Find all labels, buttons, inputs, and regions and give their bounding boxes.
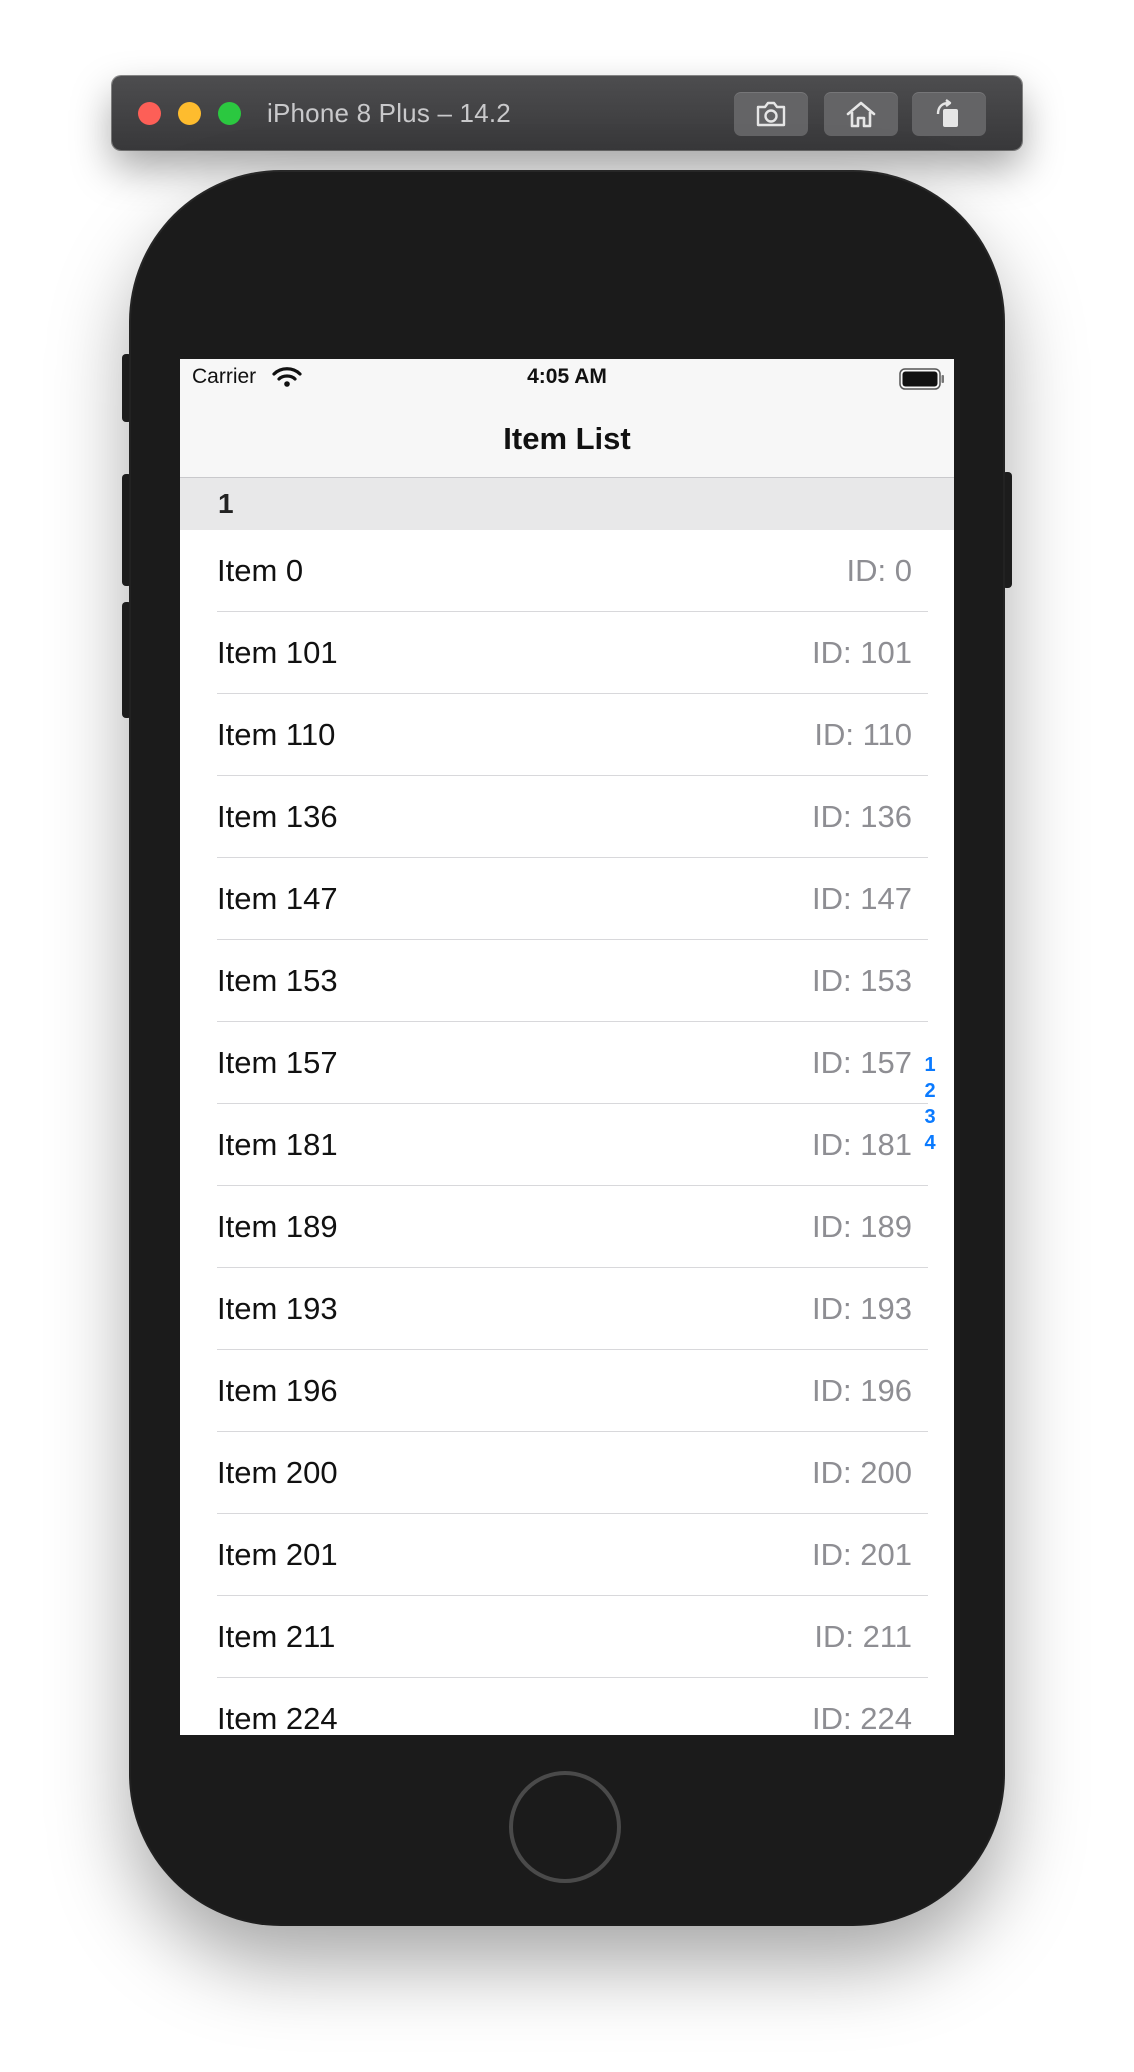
section-index-entry[interactable]: 4 [924,1130,935,1156]
navigation-bar: Item List [180,399,954,478]
item-id: ID: 224 [812,1701,912,1735]
list-item[interactable]: Item 196 ID: 196 [180,1350,954,1432]
item-title: Item 101 [217,635,338,670]
item-id: ID: 196 [812,1373,912,1408]
status-bar: Carrier 4:05 AM [180,359,954,399]
item-title: Item 157 [217,1045,338,1080]
rotate-button[interactable] [912,92,986,136]
power-button [1002,472,1012,588]
item-title: Item 189 [217,1209,338,1244]
section-index-entry[interactable]: 2 [924,1078,935,1104]
simulator-title: iPhone 8 Plus – 14.2 [267,98,511,128]
list-item[interactable]: Item 224 ID: 224 [180,1678,954,1735]
simulator-window: iPhone 8 Plus – 14.2 Carrier 4:05 AM Ite… [0,0,1134,2072]
item-title: Item 147 [217,881,338,916]
item-title: Item 196 [217,1373,338,1408]
device-screen: Carrier 4:05 AM Item List 1 Item 0 ID: 0… [180,359,954,1735]
battery-icon [899,368,944,390]
item-title: Item 0 [217,553,304,588]
list-item[interactable]: Item 0 ID: 0 [180,530,954,612]
item-id: ID: 200 [812,1455,912,1490]
device-home-button[interactable] [509,1771,621,1883]
item-title: Item 193 [217,1291,338,1326]
item-id: ID: 201 [812,1537,912,1572]
list-item[interactable]: Item 136 ID: 136 [180,776,954,858]
list-item[interactable]: Item 157 ID: 157 [180,1022,954,1104]
item-id: ID: 181 [812,1127,912,1162]
item-id: ID: 136 [812,799,912,834]
screenshot-button[interactable] [734,92,808,136]
list-item[interactable]: Item 211 ID: 211 [180,1596,954,1678]
item-title: Item 181 [217,1127,338,1162]
list-item[interactable]: Item 189 ID: 189 [180,1186,954,1268]
section-index[interactable]: 1 2 3 4 [906,1052,954,1156]
list-item[interactable]: Item 193 ID: 193 [180,1268,954,1350]
list-item[interactable]: Item 181 ID: 181 [180,1104,954,1186]
item-title: Item 211 [217,1619,336,1654]
zoom-window-button[interactable] [218,102,241,125]
list-item[interactable]: Item 101 ID: 101 [180,612,954,694]
minimize-window-button[interactable] [178,102,201,125]
item-id: ID: 193 [812,1291,912,1326]
item-id: ID: 189 [812,1209,912,1244]
list-item[interactable]: Item 153 ID: 153 [180,940,954,1022]
list-item[interactable]: Item 200 ID: 200 [180,1432,954,1514]
section-header: 1 [180,478,954,530]
item-id: ID: 101 [812,635,912,670]
item-title: Item 110 [217,717,336,752]
camera-icon [756,101,786,127]
item-title: Item 201 [217,1537,338,1572]
close-window-button[interactable] [138,102,161,125]
rotate-icon [936,99,958,127]
section-index-entry[interactable]: 1 [924,1052,935,1078]
status-time: 4:05 AM [527,365,607,388]
list-item[interactable]: Item 201 ID: 201 [180,1514,954,1596]
simulator-title-bar: iPhone 8 Plus – 14.2 [112,76,1022,150]
item-id: ID: 157 [812,1045,912,1080]
house-icon [846,101,876,128]
item-list[interactable]: 1 Item 0 ID: 0 Item 101 ID: 101 Item 110… [180,478,954,1735]
list-item[interactable]: Item 147 ID: 147 [180,858,954,940]
item-title: Item 200 [217,1455,338,1490]
item-id: ID: 0 [846,553,912,588]
page-title: Item List [503,421,631,456]
item-id: ID: 153 [812,963,912,998]
home-button-toolbar[interactable] [824,92,898,136]
item-id: ID: 110 [814,717,912,752]
item-title: Item 136 [217,799,338,834]
item-id: ID: 147 [812,881,912,916]
section-index-entry[interactable]: 3 [924,1104,935,1130]
item-title: Item 224 [217,1701,338,1735]
section-header-label: 1 [218,488,234,519]
item-id: ID: 211 [814,1619,912,1654]
item-title: Item 153 [217,963,338,998]
list-item[interactable]: Item 110 ID: 110 [180,694,954,776]
